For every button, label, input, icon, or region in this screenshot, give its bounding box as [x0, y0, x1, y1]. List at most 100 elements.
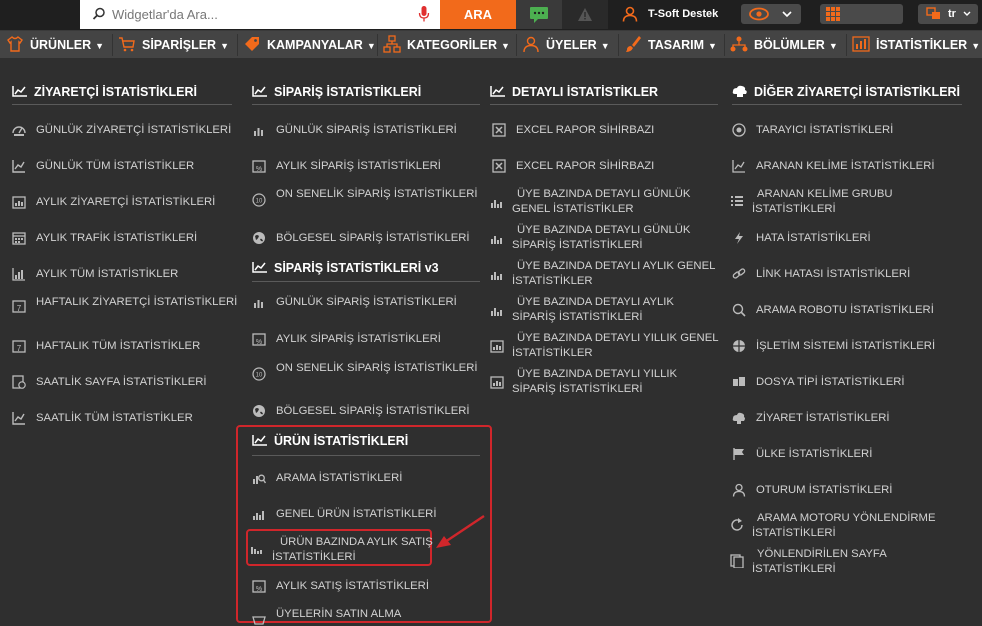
list-item-label: GÜNLÜK ZİYARETÇİ İSTATİSTİKLERİ — [36, 124, 232, 136]
calendar-7-icon: 7 — [12, 300, 26, 313]
nav-bolumler[interactable]: BÖLÜMLER ▼ — [730, 31, 838, 59]
list-item-label: AYLIK TÜM İSTATİSTİKLER — [36, 268, 179, 280]
list-item[interactable]: ÜYE BAZINDA DETAYLI GÜNLÜK SİPARİŞ İSTAT… — [490, 223, 720, 253]
list-item-product-monthly-sales[interactable]: ÜRÜN BAZINDA AYLIK SATIŞ İSTATİSTİKLERİ — [250, 535, 440, 565]
list-item[interactable]: ÜYE BAZINDA DETAYLI AYLIK SİPARİŞ İSTATİ… — [490, 295, 720, 325]
list-item[interactable]: HATA İSTATİSTİKLERİ — [732, 231, 871, 246]
clock-page-icon — [12, 375, 26, 389]
list-item-label: ÜYE BAZINDA DETAYLI YILLIK SİPARİŞ İSTAT… — [512, 368, 678, 395]
list-item[interactable]: 10 ON SENELİK SİPARİŞ İSTATİSTİKLERİ — [252, 361, 478, 381]
bar-chart-icon — [491, 200, 502, 208]
list-item[interactable]: 10 ON SENELİK SİPARİŞ İSTATİSTİKLERİ — [252, 187, 478, 207]
list-item[interactable]: GENEL ÜRÜN İSTATİSTİKLERİ — [252, 507, 436, 522]
list-item[interactable]: ARAMA ROBOTU İSTATİSTİKLERİ — [732, 303, 934, 318]
list-item[interactable]: GÜNLÜK SİPARİŞ İSTATİSTİKLERİ — [252, 295, 457, 310]
list-item[interactable]: SAATLİK TÜM İSTATİSTİKLER — [12, 411, 193, 426]
divider — [237, 34, 238, 56]
list-item[interactable]: ZİYARET İSTATİSTİKLERİ — [732, 411, 890, 426]
nav-kategoriler[interactable]: KATEGORİLER ▼ — [383, 31, 510, 59]
search-button[interactable]: ARA — [440, 0, 516, 29]
section-title-text: DİĞER ZİYARETÇİ İSTATİSTİKLERİ — [754, 85, 961, 99]
list-item-label: DOSYA TİPİ İSTATİSTİKLERİ — [756, 376, 905, 388]
svg-text:7: 7 — [17, 304, 22, 313]
list-item-label: ARAMA MOTORU YÖNLENDİRME İSTATİSTİKLERİ — [752, 512, 936, 539]
list-item[interactable]: DOSYA TİPİ İSTATİSTİKLERİ — [732, 375, 905, 390]
language-select[interactable]: tr — [918, 4, 978, 24]
section-title-text: ÜRÜN İSTATİSTİKLERİ — [274, 434, 409, 448]
nav-uyeler[interactable]: ÜYELER ▼ — [522, 31, 610, 59]
list-item-label: ÜYE BAZINDA DETAYLI GÜNLÜK SİPARİŞ İSTAT… — [512, 224, 691, 251]
section-title-other: DİĞER ZİYARETÇİ İSTATİSTİKLERİ — [732, 85, 960, 99]
view-mode-select[interactable] — [741, 4, 801, 24]
list-item[interactable]: AYLIK ZİYARETÇİ İSTATİSTİKLERİ — [12, 195, 215, 210]
list-item[interactable]: 7 HAFTALIK TÜM İSTATİSTİKLER — [12, 339, 200, 354]
list-item[interactable]: ÜYE BAZINDA DETAYLI YILLIK GENEL İSTATİS… — [490, 331, 720, 361]
nav-kampanyalar[interactable]: KAMPANYALAR ▼ — [243, 31, 376, 59]
list-item-label: AYLIK SİPARİŞ İSTATİSTİKLERİ — [276, 333, 441, 345]
annotation-arrow — [436, 515, 485, 548]
nav-urunler[interactable]: ÜRÜNLER ▼ — [6, 31, 104, 59]
list-item-label: ARANAN KELİME GRUBU İSTATİSTİKLERİ — [752, 188, 893, 215]
chevron-down-icon: ▼ — [220, 41, 230, 51]
list-item[interactable]: TARAYICI İSTATİSTİKLERİ — [732, 123, 893, 138]
bar-chart-icon — [491, 272, 502, 280]
section-title-order: SİPARİŞ İSTATİSTİKLERİ — [252, 85, 421, 99]
list-item[interactable]: 7 HAFTALIK ZİYARETÇİ İSTATİSTİKLERİ — [12, 295, 237, 313]
alert-button[interactable] — [562, 0, 608, 29]
nav-istatistikler[interactable]: İSTATİSTİKLER ▼ — [852, 31, 980, 59]
list-item[interactable]: ARANAN KELİME İSTATİSTİKLERİ — [732, 159, 935, 174]
nav-siparisler[interactable]: SİPARİŞLER ▼ — [118, 31, 229, 59]
list-item[interactable]: EXCEL RAPOR SİHİRBAZI — [492, 159, 654, 174]
chat-button[interactable] — [516, 0, 562, 29]
list-item-label: BÖLGESEL SİPARİŞ İSTATİSTİKLERİ — [276, 405, 470, 417]
list-item[interactable]: GÜNLÜK SİPARİŞ İSTATİSTİKLERİ — [252, 123, 457, 138]
list-item[interactable]: ÜYELERİN SATIN ALMA — [252, 607, 401, 625]
list-item-label: EXCEL RAPOR SİHİRBAZI — [516, 160, 655, 172]
list-item[interactable]: AYLIK TÜM İSTATİSTİKLER — [12, 267, 178, 282]
os-icon — [733, 340, 745, 352]
bar-chart-icon — [254, 128, 263, 136]
list-item[interactable]: LİNK HATASI İSTATİSTİKLERİ — [732, 267, 910, 282]
globe-icon — [253, 232, 265, 244]
cloud-chart-icon — [732, 85, 747, 97]
list-item[interactable]: ARANAN KELİME GRUBU İSTATİSTİKLERİ — [730, 187, 960, 217]
list-item[interactable]: OTURUM İSTATİSTİKLERİ — [732, 483, 892, 498]
search-input[interactable] — [112, 4, 412, 24]
nav-label: ÜRÜNLER — [30, 38, 92, 52]
list-item[interactable]: İŞLETİM SİSTEMİ İSTATİSTİKLERİ — [732, 339, 935, 354]
calendar-chart-icon — [490, 376, 504, 389]
list-item[interactable]: SAATLİK SAYFA İSTATİSTİKLERİ — [12, 375, 207, 390]
list-item[interactable]: ARAMA MOTORU YÖNLENDİRME İSTATİSTİKLERİ — [730, 511, 960, 541]
nav-label: BÖLÜMLER — [754, 38, 825, 52]
list-item[interactable]: % AYLIK SİPARİŞ İSTATİSTİKLERİ — [252, 332, 441, 347]
chart-icon — [252, 262, 267, 273]
list-item[interactable]: ÜYE BAZINDA DETAYLI GÜNLÜK GENEL İSTATİS… — [490, 187, 720, 217]
divider — [732, 104, 962, 105]
list-item[interactable]: AYLIK TRAFİK İSTATİSTİKLERİ — [12, 231, 197, 246]
user-menu[interactable]: T-Soft Destek — [612, 0, 732, 29]
calendar-percent-icon: % — [252, 580, 266, 593]
list-item[interactable]: EXCEL RAPOR SİHİRBAZI — [492, 123, 654, 138]
microphone-icon[interactable] — [418, 5, 430, 23]
bar-chart-icon — [254, 300, 263, 308]
robot-search-icon — [732, 303, 746, 317]
list-item[interactable]: ÜLKE İSTATİSTİKLERİ — [732, 447, 872, 462]
list-item[interactable]: % AYLIK SATIŞ İSTATİSTİKLERİ — [252, 579, 429, 594]
list-item[interactable]: BÖLGESEL SİPARİŞ İSTATİSTİKLERİ — [252, 231, 470, 246]
list-item[interactable]: ARAMA İSTATİSTİKLERİ — [252, 471, 402, 486]
list-item-label: OTURUM İSTATİSTİKLERİ — [756, 484, 893, 496]
svg-text:10: 10 — [256, 199, 263, 205]
list-item-label: EXCEL RAPOR SİHİRBAZI — [516, 124, 655, 136]
list-item[interactable]: % AYLIK SİPARİŞ İSTATİSTİKLERİ — [252, 159, 441, 174]
apps-menu[interactable] — [820, 4, 903, 24]
list-item-label: ÜRÜN BAZINDA AYLIK SATIŞ İSTATİSTİKLERİ — [272, 536, 433, 563]
list-item[interactable]: YÖNLENDİRİLEN SAYFA İSTATİSTİKLERİ — [730, 547, 960, 577]
list-item[interactable]: ÜYE BAZINDA DETAYLI AYLIK GENEL İSTATİST… — [490, 259, 720, 289]
list-item[interactable]: GÜNLÜK TÜM İSTATİSTİKLER — [12, 159, 194, 174]
list-item[interactable]: GÜNLÜK ZİYARETÇİ İSTATİSTİKLERİ — [12, 123, 231, 138]
top-bar: ARA T-Soft Destek — [0, 0, 982, 30]
nav-tasarim[interactable]: TASARIM ▼ — [624, 31, 717, 59]
section-title-product: ÜRÜN İSTATİSTİKLERİ — [252, 434, 408, 448]
list-item[interactable]: BÖLGESEL SİPARİŞ İSTATİSTİKLERİ — [252, 404, 470, 419]
list-item[interactable]: ÜYE BAZINDA DETAYLI YILLIK SİPARİŞ İSTAT… — [490, 367, 720, 397]
